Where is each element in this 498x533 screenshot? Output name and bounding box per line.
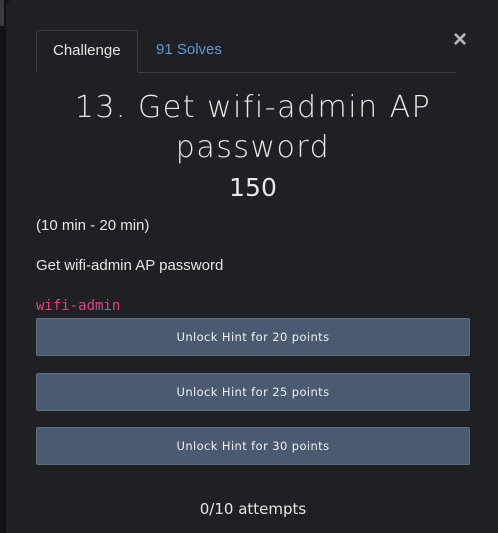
challenge-points: 150 xyxy=(229,173,277,202)
challenge-duration: (10 min - 20 min) xyxy=(36,217,150,234)
unlock-hint-button[interactable]: Unlock Hint for 30 points xyxy=(36,427,470,465)
close-icon[interactable]: × xyxy=(450,28,470,52)
challenge-modal: Challenge 91 Solves × 13. Get wifi-admin… xyxy=(6,0,498,533)
tab-solves[interactable]: 91 Solves xyxy=(140,30,238,72)
attempts-counter: 0/10 attempts xyxy=(199,500,307,518)
backdrop-edge xyxy=(0,0,4,26)
tab-challenge[interactable]: Challenge xyxy=(36,30,138,73)
modal-tabs: Challenge 91 Solves xyxy=(36,30,456,73)
unlock-hint-button[interactable]: Unlock Hint for 20 points xyxy=(36,318,470,356)
challenge-description: Get wifi-admin AP password xyxy=(36,257,224,274)
challenge-title: 13. Get wifi-admin AP password xyxy=(74,90,432,165)
unlock-hint-button[interactable]: Unlock Hint for 25 points xyxy=(36,373,470,411)
challenge-code: wifi-admin xyxy=(36,298,121,314)
